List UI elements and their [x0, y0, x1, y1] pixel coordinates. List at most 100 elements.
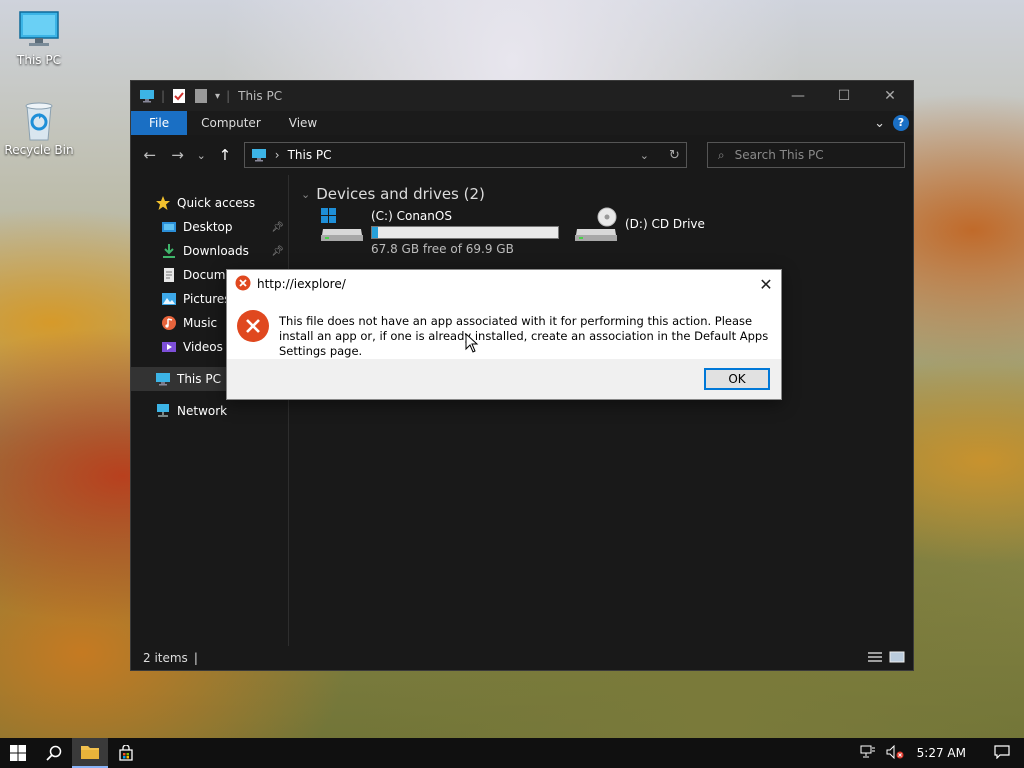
search-box[interactable]: ⌕ Search This PC: [706, 142, 906, 168]
group-header-label: Devices and drives (2): [316, 185, 485, 203]
nav-label: Downloads: [183, 244, 249, 258]
up-arrow-icon[interactable]: ↑: [214, 146, 236, 164]
this-pc-icon: [139, 88, 155, 104]
expand-ribbon-icon[interactable]: ⌄: [874, 116, 885, 131]
store-icon: [119, 745, 133, 761]
maximize-icon[interactable]: ☐: [821, 81, 867, 111]
nav-label: Desktop: [183, 220, 233, 234]
taskbar-store[interactable]: [108, 738, 144, 768]
mouse-cursor-icon: [465, 332, 479, 356]
system-tray: 5:27 AM: [855, 738, 1024, 768]
dialog-footer: OK: [227, 359, 781, 399]
error-dialog: http://iexplore/ ✕ This file does not ha…: [226, 269, 782, 400]
desktop-icon-label: This PC: [17, 53, 61, 67]
nav-label: Quick access: [177, 196, 256, 210]
desktop-folder-icon: [161, 219, 177, 235]
title-bar[interactable]: | ▾ | This PC — ☐ ✕: [131, 81, 913, 111]
clock[interactable]: 5:27 AM: [909, 746, 980, 760]
network-status-icon[interactable]: [855, 745, 881, 762]
folder-icon: [81, 746, 99, 759]
dialog-title-bar[interactable]: http://iexplore/ ✕: [227, 270, 781, 298]
dialog-close-icon[interactable]: ✕: [751, 275, 781, 294]
new-folder-icon[interactable]: [193, 88, 209, 104]
volume-muted-icon[interactable]: [881, 744, 909, 762]
drive-c[interactable]: (C:) ConanOS 67.8 GB free of 69.9 GB: [319, 207, 559, 256]
status-bar: 2 items |: [131, 646, 913, 670]
tab-file[interactable]: File: [131, 111, 188, 135]
address-bar[interactable]: › This PC ⌄ ↻: [243, 142, 687, 168]
drive-name: (C:) ConanOS: [371, 209, 452, 223]
navigation-pane: Quick access Desktop 📌︎ Downloads 📌︎ Doc…: [131, 175, 289, 646]
search-icon: ⌕: [717, 147, 725, 162]
forward-arrow-icon[interactable]: →: [167, 146, 189, 164]
error-icon: [237, 310, 269, 360]
nav-label: Network: [177, 404, 228, 418]
address-row: ← → ⌄ ↑ › This PC ⌄ ↻ ⌕ Search This PC: [131, 135, 913, 175]
nav-label: Videos: [183, 340, 223, 354]
this-pc-icon: [251, 147, 267, 163]
window-title: This PC: [238, 89, 283, 103]
minimize-icon[interactable]: —: [775, 81, 821, 111]
dialog-title: http://iexplore/: [257, 277, 346, 291]
pin-icon[interactable]: 📌︎: [271, 222, 284, 233]
nav-item-network[interactable]: Network: [131, 399, 288, 423]
search-taskbar-button[interactable]: [36, 738, 72, 768]
address-text: This PC: [287, 148, 332, 162]
recent-locations-icon[interactable]: ⌄: [194, 149, 208, 162]
monitor-icon: [17, 10, 61, 50]
cd-drive-icon: [573, 207, 619, 247]
quick-access-toolbar: | ▾ |: [131, 88, 230, 104]
download-icon: [161, 243, 177, 259]
document-icon: [161, 267, 177, 283]
address-dropdown-icon[interactable]: ⌄: [640, 149, 649, 162]
taskbar-file-explorer[interactable]: [72, 738, 108, 768]
ribbon-tabs: File Computer View ⌄ ?: [131, 111, 913, 135]
nav-item-downloads[interactable]: Downloads 📌︎: [131, 239, 288, 263]
tab-computer[interactable]: Computer: [187, 111, 275, 135]
drive-free-space: 67.8 GB free of 69.9 GB: [371, 242, 514, 256]
start-button[interactable]: [0, 738, 36, 768]
properties-icon[interactable]: [171, 88, 187, 104]
details-view-icon[interactable]: [867, 651, 883, 666]
drive-d[interactable]: (D:) CD Drive: [573, 207, 705, 256]
help-icon[interactable]: ?: [893, 115, 909, 131]
nav-label: Music: [183, 316, 218, 330]
star-icon: [155, 195, 171, 211]
search-icon: [46, 745, 62, 761]
videos-icon: [161, 339, 177, 355]
drive-usage-fill: [372, 227, 378, 238]
back-arrow-icon[interactable]: ←: [139, 146, 161, 164]
nav-item-quick-access[interactable]: Quick access: [131, 191, 288, 215]
nav-item-desktop[interactable]: Desktop 📌︎: [131, 215, 288, 239]
refresh-icon[interactable]: ↻: [657, 148, 680, 163]
ok-button[interactable]: OK: [704, 368, 770, 390]
desktop-icon-label: Recycle Bin: [4, 143, 74, 157]
status-separator: |: [193, 651, 198, 665]
separator: |: [161, 89, 166, 103]
nav-label: Pictures: [183, 292, 231, 306]
item-count: 2 items: [143, 651, 188, 665]
tab-view[interactable]: View: [275, 111, 331, 135]
pin-icon[interactable]: 📌︎: [271, 246, 284, 257]
group-header-devices[interactable]: ⌄ Devices and drives (2): [299, 185, 903, 203]
chevron-down-icon[interactable]: ⌄: [301, 188, 310, 201]
taskbar: 5:27 AM: [0, 738, 1024, 768]
action-center-icon[interactable]: [980, 744, 1024, 762]
desktop-icon-recycle-bin[interactable]: Recycle Bin: [2, 100, 76, 157]
close-icon[interactable]: ✕: [867, 81, 913, 111]
large-icons-view-icon[interactable]: [889, 651, 905, 666]
error-small-icon: [235, 275, 251, 294]
desktop-icon-this-pc[interactable]: This PC: [2, 10, 76, 67]
pictures-icon: [161, 291, 177, 307]
content-pane: ⌄ Devices and drives (2) (C:) ConanOS 67…: [289, 175, 913, 646]
hard-drive-windows-icon: [319, 207, 365, 247]
recycle-bin-icon: [17, 100, 61, 141]
breadcrumb-chevron-icon[interactable]: ›: [275, 148, 280, 162]
windows-logo-icon: [10, 745, 26, 761]
music-icon: [161, 315, 177, 331]
customize-toolbar-icon[interactable]: ▾: [215, 91, 220, 102]
separator: |: [226, 89, 231, 103]
nav-label: This PC: [177, 372, 221, 386]
drive-name: (D:) CD Drive: [625, 217, 705, 231]
drive-usage-bar: [371, 226, 559, 239]
